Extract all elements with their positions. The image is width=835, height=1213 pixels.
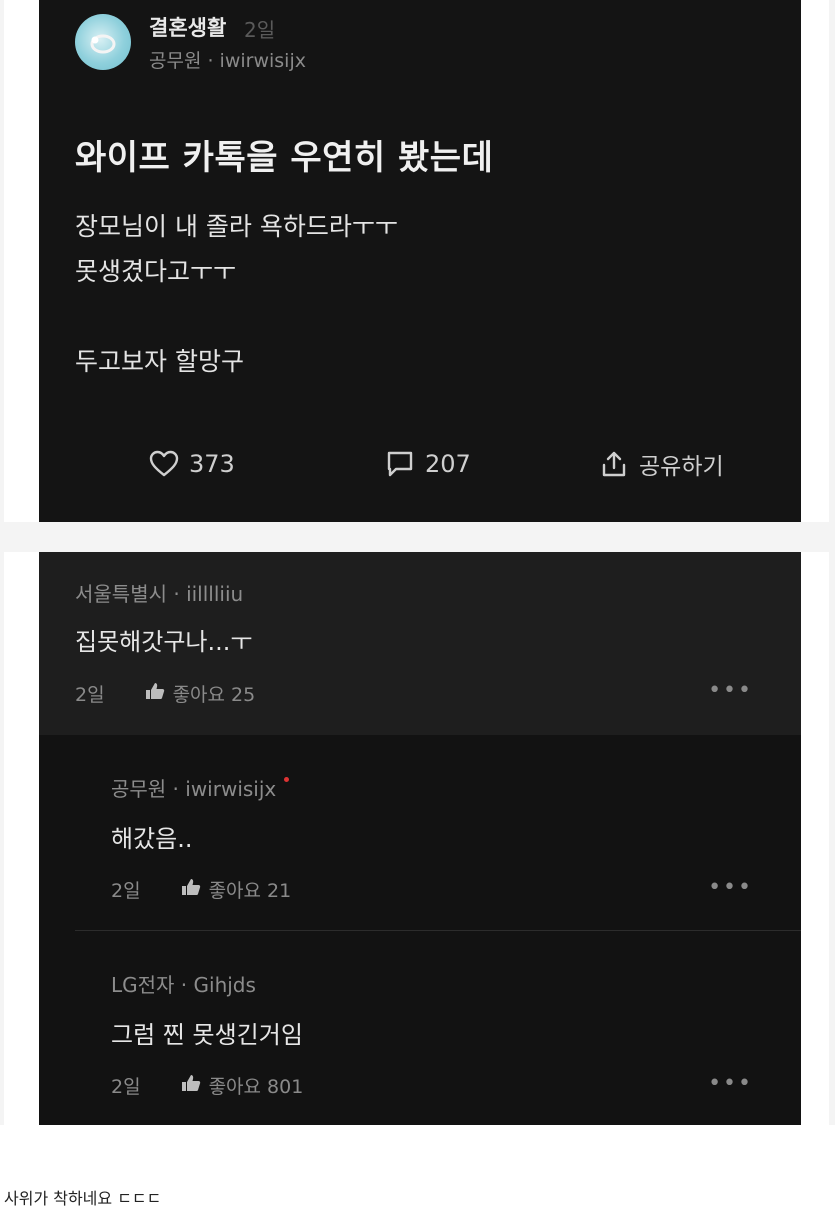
caption-text: 사위가 착하네요 ㄷㄷㄷ	[4, 1189, 162, 1208]
like-button[interactable]: 373	[149, 446, 235, 482]
post-author[interactable]: 공무원 · iwirwisijx	[149, 46, 306, 73]
reply-time: 2일	[111, 1076, 141, 1098]
board-avatar[interactable]	[75, 14, 131, 70]
board-name[interactable]: 결혼생활	[149, 12, 226, 42]
reply-time: 2일	[111, 880, 141, 902]
reply-meta: 2일 좋아요 801	[111, 1072, 303, 1099]
post-body: 장모님이 내 졸라 욕하드라ㅜㅜ 못생겼다고ㅜㅜ 두고보자 할망구	[75, 212, 398, 376]
share-icon	[602, 451, 626, 477]
comment-meta: 2일 좋아요 25	[75, 680, 255, 707]
comment-author[interactable]: 서울특별시 · iilllliiu	[75, 578, 243, 607]
reply-like-count[interactable]: 좋아요 801	[209, 1072, 304, 1099]
reply-author[interactable]: LG전자 · Gihjds	[111, 969, 256, 998]
reply-author-name: 공무원 · iwirwisijx	[111, 777, 277, 801]
reply-meta: 2일 좋아요 21	[111, 876, 291, 903]
reply-text: 그럼 찐 못생긴거임	[111, 1021, 303, 1049]
reply-author[interactable]: 공무원 · iwirwisijx	[111, 773, 290, 802]
thumbs-up-icon[interactable]	[181, 1074, 201, 1097]
reply-list: 공무원 · iwirwisijx 해갔음.. 2일 좋아요 21 ••• LG전…	[39, 735, 801, 1125]
comment-like-count[interactable]: 좋아요 25	[173, 680, 256, 707]
page-margin-right	[829, 0, 835, 1125]
share-button[interactable]: 공유하기	[599, 446, 724, 482]
speech-bubble-icon	[387, 451, 413, 477]
ring-icon	[90, 34, 116, 54]
share-label: 공유하기	[639, 454, 724, 480]
comment-text: 집못해갓구나...ㅜ	[75, 628, 253, 656]
reply-text: 해갔음..	[111, 825, 193, 853]
comment-button[interactable]: 207	[385, 446, 471, 482]
post-time: 2일	[244, 18, 276, 42]
comment-count: 207	[425, 450, 471, 478]
thumbs-up-icon[interactable]	[145, 682, 165, 705]
reply-like-count[interactable]: 좋아요 21	[209, 876, 292, 903]
screenshot-gap	[0, 522, 835, 552]
comment-time: 2일	[75, 684, 105, 706]
more-dots-icon[interactable]: •••	[708, 678, 753, 703]
post-card: 결혼생활 2일 공무원 · iwirwisijx 와이프 카톡을 우연히 봤는데…	[39, 0, 801, 522]
post-title: 와이프 카톡을 우연히 봤는데	[75, 138, 494, 178]
thumbs-up-icon[interactable]	[181, 878, 201, 901]
more-dots-icon[interactable]: •••	[708, 875, 753, 900]
comments-card: 서울특별시 · iilllliiu 집못해갓구나...ㅜ 2일 좋아요 25 •…	[39, 552, 801, 1125]
reply-divider	[75, 930, 801, 931]
more-dots-icon[interactable]: •••	[708, 1071, 753, 1096]
heart-icon	[149, 450, 179, 477]
page-margin-left	[0, 0, 4, 1125]
comment-item: 서울특별시 · iilllliiu 집못해갓구나...ㅜ 2일 좋아요 25 •…	[39, 552, 801, 735]
author-badge-icon	[284, 777, 290, 782]
like-count: 373	[189, 450, 235, 478]
